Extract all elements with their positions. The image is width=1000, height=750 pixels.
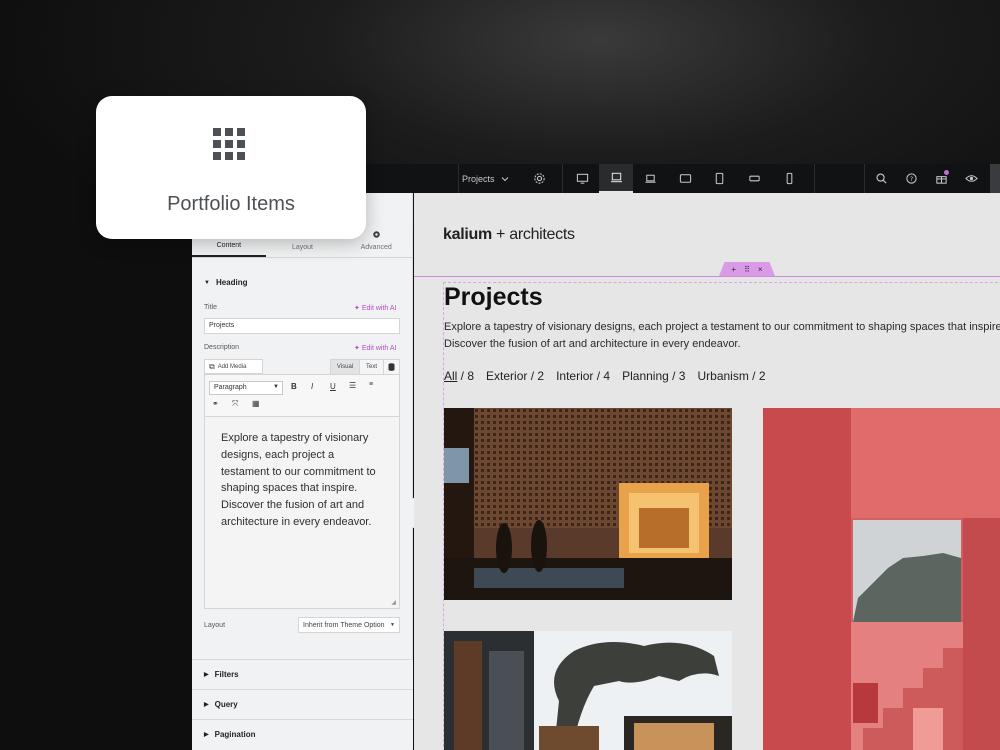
- italic-icon[interactable]: I: [311, 382, 313, 391]
- settings-panel: Content Layout Advanced ▼ Heading Title …: [192, 193, 413, 750]
- notification-dot: [944, 170, 949, 175]
- filter-urbanism[interactable]: Urbanism / 2: [697, 369, 765, 383]
- bullet-list-icon[interactable]: ☰: [349, 381, 356, 390]
- mobile-landscape-icon[interactable]: [737, 164, 771, 193]
- gift-icon[interactable]: [924, 164, 958, 193]
- caret-right-icon: ▶: [204, 732, 209, 738]
- paragraph-select-label: Paragraph: [214, 384, 247, 391]
- page-selector[interactable]: Projects: [462, 164, 509, 193]
- description-line: Discover the fusion of art and architect…: [444, 338, 741, 350]
- widget-card[interactable]: Portfolio Items: [96, 96, 366, 239]
- title-label: Title: [204, 304, 217, 311]
- filter-all-count: / 8: [457, 369, 475, 383]
- pagination-section-toggle[interactable]: ▶ Pagination: [192, 719, 413, 749]
- heading-section-label: Heading: [215, 278, 248, 287]
- section-handle[interactable]: + ⠿ ×: [719, 262, 775, 276]
- title-input[interactable]: Projects: [204, 318, 400, 334]
- portfolio-item-image[interactable]: [444, 631, 732, 750]
- sparkle-icon: ✦: [354, 345, 360, 352]
- page-selector-label: Projects: [462, 173, 495, 184]
- search-icon[interactable]: [864, 164, 898, 193]
- publish-button-edge[interactable]: [990, 164, 1000, 193]
- link-icon[interactable]: ⚭: [212, 399, 219, 408]
- add-media-button[interactable]: ⧉ Add Media: [204, 359, 263, 374]
- add-media-label: Add Media: [217, 363, 247, 370]
- edit-with-ai-description[interactable]: ✦ Edit with AI: [354, 344, 396, 352]
- laptop-icon[interactable]: [599, 164, 633, 193]
- tab-content-label: Content: [216, 242, 242, 249]
- fullscreen-icon[interactable]: ⤧: [232, 399, 238, 409]
- layout-select-value: Inherit from Theme Option: [303, 622, 385, 629]
- logo-rest: + architects: [496, 226, 575, 243]
- filter-all-label: All: [444, 369, 458, 383]
- filter-interior[interactable]: Interior / 4: [556, 369, 610, 383]
- layout-select[interactable]: Inherit from Theme Option ▼: [298, 617, 400, 633]
- tablet-icon[interactable]: [702, 164, 736, 193]
- widget-card-label: Portfolio Items: [167, 193, 295, 215]
- visual-tab[interactable]: Visual: [330, 359, 360, 375]
- svg-text:?: ?: [909, 175, 912, 183]
- editor-toolbar: Paragraph ▼ B I U ☰ ≡ ⚭ ⤧ ▦: [205, 375, 399, 417]
- edit-with-ai-title-label: Edit with AI: [361, 305, 397, 312]
- filter-planning[interactable]: Planning / 3: [622, 369, 685, 383]
- query-section-toggle[interactable]: ▶ Query: [192, 689, 413, 719]
- portfolio-filters: All / 8 Exterior / 2 Interior / 4 Planni…: [444, 369, 766, 383]
- underline-icon[interactable]: U: [330, 382, 336, 391]
- filters-section-label: Filters: [214, 670, 239, 679]
- tablet-landscape-icon[interactable]: [668, 164, 702, 193]
- projects-description[interactable]: Explore a tapestry of visionary designs,…: [444, 319, 1000, 353]
- database-icon[interactable]: [383, 359, 400, 375]
- projects-heading[interactable]: Projects: [444, 283, 543, 312]
- add-icon[interactable]: +: [731, 265, 736, 274]
- heading-section-toggle[interactable]: ▼ Heading: [204, 278, 248, 287]
- resize-handle-icon[interactable]: ◢: [391, 599, 396, 606]
- grid-icon: [213, 128, 245, 160]
- numbered-list-icon[interactable]: ≡: [369, 381, 373, 388]
- sparkle-icon: ✦: [354, 305, 360, 312]
- media-icon: ⧉: [209, 361, 215, 371]
- drag-icon[interactable]: ⠿: [744, 265, 750, 274]
- preview-icon[interactable]: [954, 164, 988, 193]
- editor-content[interactable]: Explore a tapestry of visionary designs,…: [205, 417, 399, 544]
- desktop-icon[interactable]: [565, 164, 599, 193]
- pagination-section-label: Pagination: [214, 730, 256, 739]
- gear-icon: [372, 231, 380, 238]
- description-line: Explore a tapestry of visionary designs,…: [444, 321, 1000, 333]
- edit-with-ai-title[interactable]: ✦ Edit with AI: [354, 304, 396, 312]
- logo-bold: kalium: [443, 226, 492, 243]
- portfolio-item-image[interactable]: [763, 408, 1000, 750]
- edit-with-ai-description-label: Edit with AI: [361, 345, 397, 352]
- layout-label: Layout: [204, 622, 226, 629]
- caret-down-icon: ▼: [204, 279, 210, 286]
- text-tab[interactable]: Text: [359, 359, 384, 375]
- settings-icon[interactable]: [522, 164, 556, 193]
- chevron-down-icon: [501, 176, 508, 181]
- filter-exterior[interactable]: Exterior / 2: [486, 369, 544, 383]
- caret-down-icon: ▼: [273, 384, 279, 390]
- portfolio-item-image[interactable]: [444, 408, 732, 600]
- close-icon[interactable]: ×: [758, 265, 763, 274]
- page-canvas: kalium + architects + ⠿ × Projects Explo…: [414, 193, 1000, 750]
- section-outline: [414, 276, 1000, 277]
- help-icon[interactable]: ?: [894, 164, 928, 193]
- filters-section-toggle[interactable]: ▶ Filters: [192, 659, 413, 689]
- mobile-icon[interactable]: [772, 164, 806, 193]
- query-section-label: Query: [214, 700, 238, 709]
- caret-right-icon: ▶: [204, 702, 209, 708]
- site-logo[interactable]: kalium + architects: [443, 226, 575, 244]
- caret-down-icon: ▼: [390, 622, 395, 628]
- table-icon[interactable]: ▦: [252, 399, 260, 408]
- filter-all[interactable]: All / 8: [444, 369, 474, 383]
- tab-layout-label: Layout: [291, 244, 314, 251]
- rich-text-editor[interactable]: Paragraph ▼ B I U ☰ ≡ ⚭ ⤧ ▦ Explore a ta…: [204, 374, 400, 609]
- description-label: Description: [204, 344, 240, 351]
- tab-advanced-label: Advanced: [360, 244, 392, 251]
- paragraph-select[interactable]: Paragraph ▼: [209, 381, 283, 395]
- bold-icon[interactable]: B: [291, 382, 297, 391]
- caret-right-icon: ▶: [204, 672, 209, 678]
- laptop-small-icon[interactable]: [633, 164, 667, 193]
